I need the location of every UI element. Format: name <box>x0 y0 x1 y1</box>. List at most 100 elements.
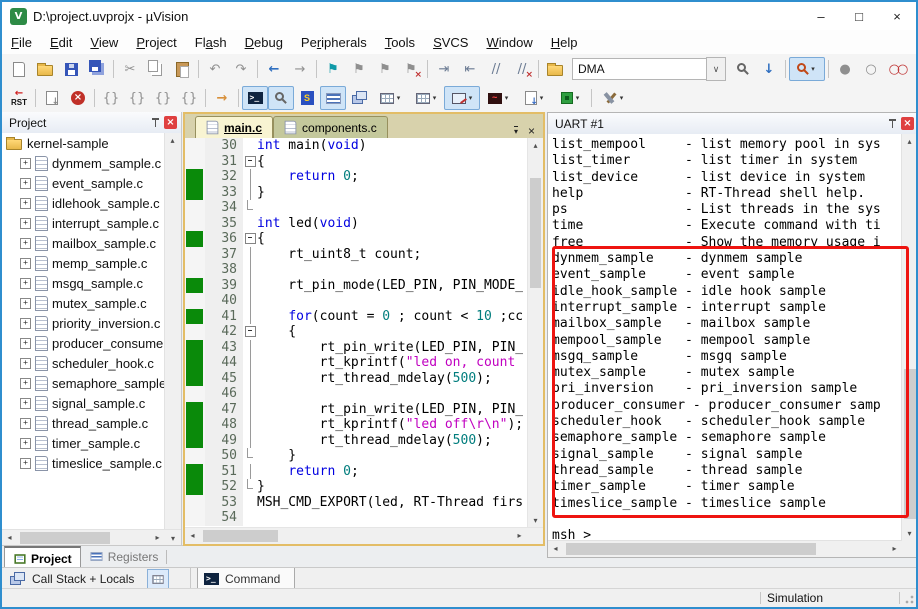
expand-icon[interactable] <box>20 397 31 409</box>
uart-hscrollbar[interactable]: ◂ ▸ <box>548 540 902 557</box>
tree-item[interactable]: timer_sample.c <box>2 433 165 453</box>
menu-help[interactable]: Help <box>542 32 587 53</box>
insert-breakpoint-button[interactable]: ● <box>832 57 858 81</box>
new-file-button[interactable] <box>6 57 32 81</box>
registers-window-button[interactable] <box>320 86 346 110</box>
bookmark-clear-all-button[interactable]: ⚑ <box>398 57 424 81</box>
tree-root[interactable]: kernel-sample <box>2 133 165 153</box>
project-hscrollbar[interactable]: ◂ ▸ <box>2 529 165 546</box>
tab-components-c[interactable]: components.c <box>273 116 388 138</box>
menu-debug[interactable]: Debug <box>236 32 292 53</box>
tree-item[interactable]: priority_inversion.c <box>2 313 165 333</box>
menu-peripherals[interactable]: Peripherals <box>292 32 376 53</box>
scroll-down-icon[interactable]: ▾ <box>902 526 916 541</box>
expand-icon[interactable] <box>20 357 31 369</box>
expand-icon[interactable] <box>20 197 31 209</box>
close-editor-icon[interactable]: × <box>528 124 535 138</box>
cut-button[interactable]: ✂ <box>117 57 143 81</box>
memory-grid-button[interactable] <box>147 569 170 589</box>
scroll-right-icon[interactable]: ▸ <box>512 528 527 543</box>
target-select-dropdown[interactable]: ∨ <box>706 57 726 81</box>
paste-button[interactable] <box>169 57 195 81</box>
scroll-down-icon[interactable]: ▾ <box>528 513 543 528</box>
project-close-icon[interactable]: × <box>164 116 177 129</box>
menu-svcs[interactable]: SVCS <box>424 32 477 53</box>
memory-window-button[interactable]: ▾ <box>408 86 444 110</box>
disable-all-breakpoints-button[interactable]: ○○ <box>884 57 910 81</box>
run-to-line-button[interactable]: {} <box>176 86 202 110</box>
comment-selection-button[interactable]: // <box>483 57 509 81</box>
outdent-button[interactable]: ⇤ <box>457 57 483 81</box>
step-out-button[interactable]: {} <box>150 86 176 110</box>
run-button[interactable]: → <box>209 86 235 110</box>
menu-tools[interactable]: Tools <box>376 32 424 53</box>
redo-button[interactable]: ↷ <box>228 57 254 81</box>
configure-flash-tools-button[interactable] <box>542 57 568 81</box>
save-button[interactable] <box>58 57 84 81</box>
step-over-button[interactable]: {} <box>124 86 150 110</box>
tab-main-c[interactable]: main.c <box>195 116 274 138</box>
call-stack-bar[interactable]: Call Stack + Locals <box>2 568 191 590</box>
undo-button[interactable]: ↶ <box>202 57 228 81</box>
scroll-up-icon[interactable]: ▴ <box>528 138 543 153</box>
debug-settings-button[interactable]: ▾ <box>595 86 631 110</box>
expand-icon[interactable] <box>20 237 31 249</box>
enable-disable-breakpoint-button[interactable]: ○ <box>858 57 884 81</box>
navigate-forward-button[interactable]: → <box>287 57 313 81</box>
tree-item[interactable]: thread_sample.c <box>2 413 165 433</box>
editor-hscrollbar[interactable]: ◂ ▸ <box>185 527 543 544</box>
expand-icon[interactable] <box>20 297 31 309</box>
scroll-down-icon[interactable]: ▾ <box>165 529 181 546</box>
expand-icon[interactable] <box>20 217 31 229</box>
tree-item[interactable]: timeslice_sample.c <box>2 453 165 473</box>
symbol-window-button[interactable]: S <box>294 86 320 110</box>
minimize-button[interactable]: – <box>802 2 840 30</box>
scroll-left-icon[interactable]: ◂ <box>185 528 200 543</box>
show-next-statement-button[interactable] <box>39 86 65 110</box>
watch-window-button[interactable]: ▾ <box>372 86 408 110</box>
stop-debug-button[interactable] <box>65 86 91 110</box>
tree-item[interactable]: mailbox_sample.c <box>2 233 165 253</box>
command-window-button[interactable]: >_ <box>242 86 268 110</box>
scroll-right-icon[interactable]: ▸ <box>150 530 165 545</box>
menu-window[interactable]: Window <box>477 32 541 53</box>
menu-view[interactable]: View <box>81 32 127 53</box>
fold-box-icon[interactable] <box>244 233 256 245</box>
bookmark-toggle-button[interactable]: ⚑ <box>320 57 346 81</box>
uart-close-icon[interactable]: × <box>901 117 914 130</box>
disassembly-window-button[interactable] <box>268 86 294 110</box>
tree-item[interactable]: idlehook_sample.c <box>2 193 165 213</box>
resize-grip[interactable] <box>900 589 916 607</box>
project-vscrollbar[interactable]: ▴ <box>164 133 181 529</box>
expand-icon[interactable] <box>20 417 31 429</box>
window-menu-icon[interactable]: ▾ <box>513 126 518 136</box>
incremental-find-button[interactable]: ↓ <box>756 57 782 81</box>
tab-registers[interactable]: Registers <box>81 546 167 567</box>
trace-windows-button[interactable]: ▾ <box>516 86 552 110</box>
expand-icon[interactable] <box>20 337 31 349</box>
menu-edit[interactable]: Edit <box>41 32 81 53</box>
code-area[interactable]: 30 int main(void) 31{32 return 0; 33} 34 35 in… <box>185 138 543 528</box>
find-dropdown-button[interactable]: ▾ <box>789 57 825 81</box>
scroll-up-icon[interactable]: ▴ <box>902 134 916 149</box>
tree-item[interactable]: producer_consumer <box>2 333 165 353</box>
scroll-up-icon[interactable]: ▴ <box>165 133 180 148</box>
analysis-windows-button[interactable]: ~ ▾ <box>480 86 516 110</box>
expand-icon[interactable] <box>20 157 31 169</box>
target-select[interactable]: DMA <box>572 58 706 80</box>
tree-item[interactable]: msgq_sample.c <box>2 273 165 293</box>
system-viewer-button[interactable]: ▾ <box>552 86 588 110</box>
expand-icon[interactable] <box>20 257 31 269</box>
scroll-right-icon[interactable]: ▸ <box>887 541 902 556</box>
navigate-back-button[interactable]: ← <box>261 57 287 81</box>
tab-project[interactable]: Project <box>4 546 81 569</box>
expand-icon[interactable] <box>20 457 31 469</box>
vscroll-thumb[interactable] <box>530 178 541 288</box>
bookmark-prev-button[interactable]: ⚑ <box>346 57 372 81</box>
kill-all-breakpoints-button[interactable]: ○ <box>910 57 916 81</box>
tree-item[interactable]: event_sample.c <box>2 173 165 193</box>
expand-icon[interactable] <box>20 377 31 389</box>
copy-button[interactable] <box>143 57 169 81</box>
menu-project[interactable]: Project <box>127 32 185 53</box>
maximize-button[interactable]: □ <box>840 2 878 30</box>
